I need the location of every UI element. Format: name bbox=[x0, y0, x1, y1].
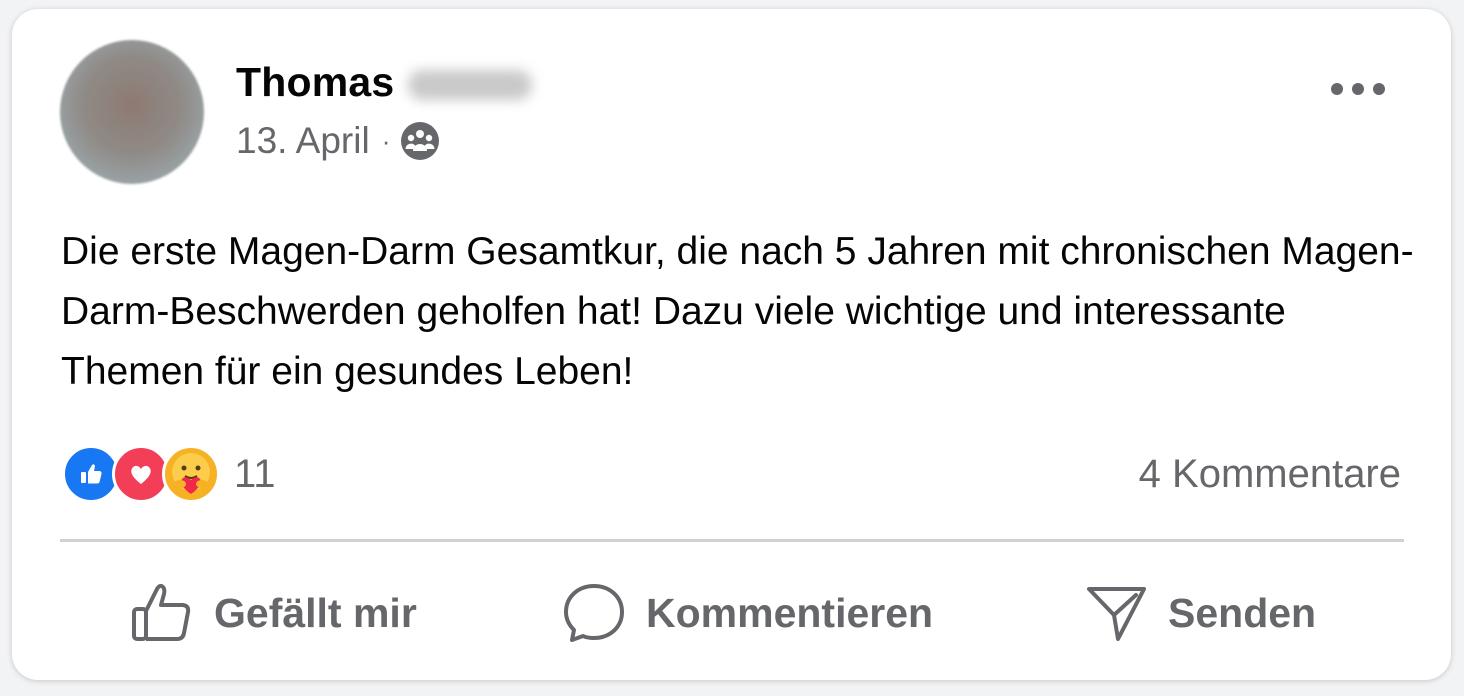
post-meta: 13. April · bbox=[236, 120, 440, 162]
thumbs-up-icon bbox=[130, 581, 194, 645]
more-options-button[interactable] bbox=[1331, 75, 1385, 103]
post-date[interactable]: 13. April bbox=[236, 120, 370, 162]
reactions-summary[interactable]: 11 bbox=[62, 445, 276, 503]
like-label: Gefällt mir bbox=[214, 589, 417, 636]
comment-button[interactable]: Kommentieren bbox=[562, 581, 933, 645]
more-dot-icon bbox=[1373, 83, 1385, 95]
send-button[interactable]: Senden bbox=[1084, 581, 1316, 645]
comments-count[interactable]: 4 Kommentare bbox=[1139, 452, 1401, 497]
avatar[interactable] bbox=[60, 40, 204, 184]
comment-bubble-icon bbox=[562, 581, 626, 645]
more-dot-icon bbox=[1352, 83, 1364, 95]
send-label: Senden bbox=[1168, 589, 1317, 636]
post-card: Thomas 13. April · Die erste Magen-Darm … bbox=[12, 9, 1451, 680]
reaction-count[interactable]: 11 bbox=[234, 452, 276, 497]
divider bbox=[60, 539, 1404, 542]
post-text: Die erste Magen-Darm Gesamtkur, die nach… bbox=[61, 230, 1414, 393]
care-reaction-icon bbox=[162, 445, 220, 503]
author-name[interactable]: Thomas bbox=[236, 59, 394, 106]
meta-separator: · bbox=[381, 125, 391, 156]
more-dot-icon bbox=[1331, 83, 1343, 95]
friends-icon[interactable] bbox=[400, 121, 440, 161]
comment-label: Kommentieren bbox=[646, 589, 934, 636]
redacted-surname bbox=[408, 69, 533, 100]
post-author: Thomas bbox=[236, 59, 533, 106]
like-button[interactable]: Gefällt mir bbox=[130, 581, 417, 645]
send-icon bbox=[1084, 581, 1148, 645]
